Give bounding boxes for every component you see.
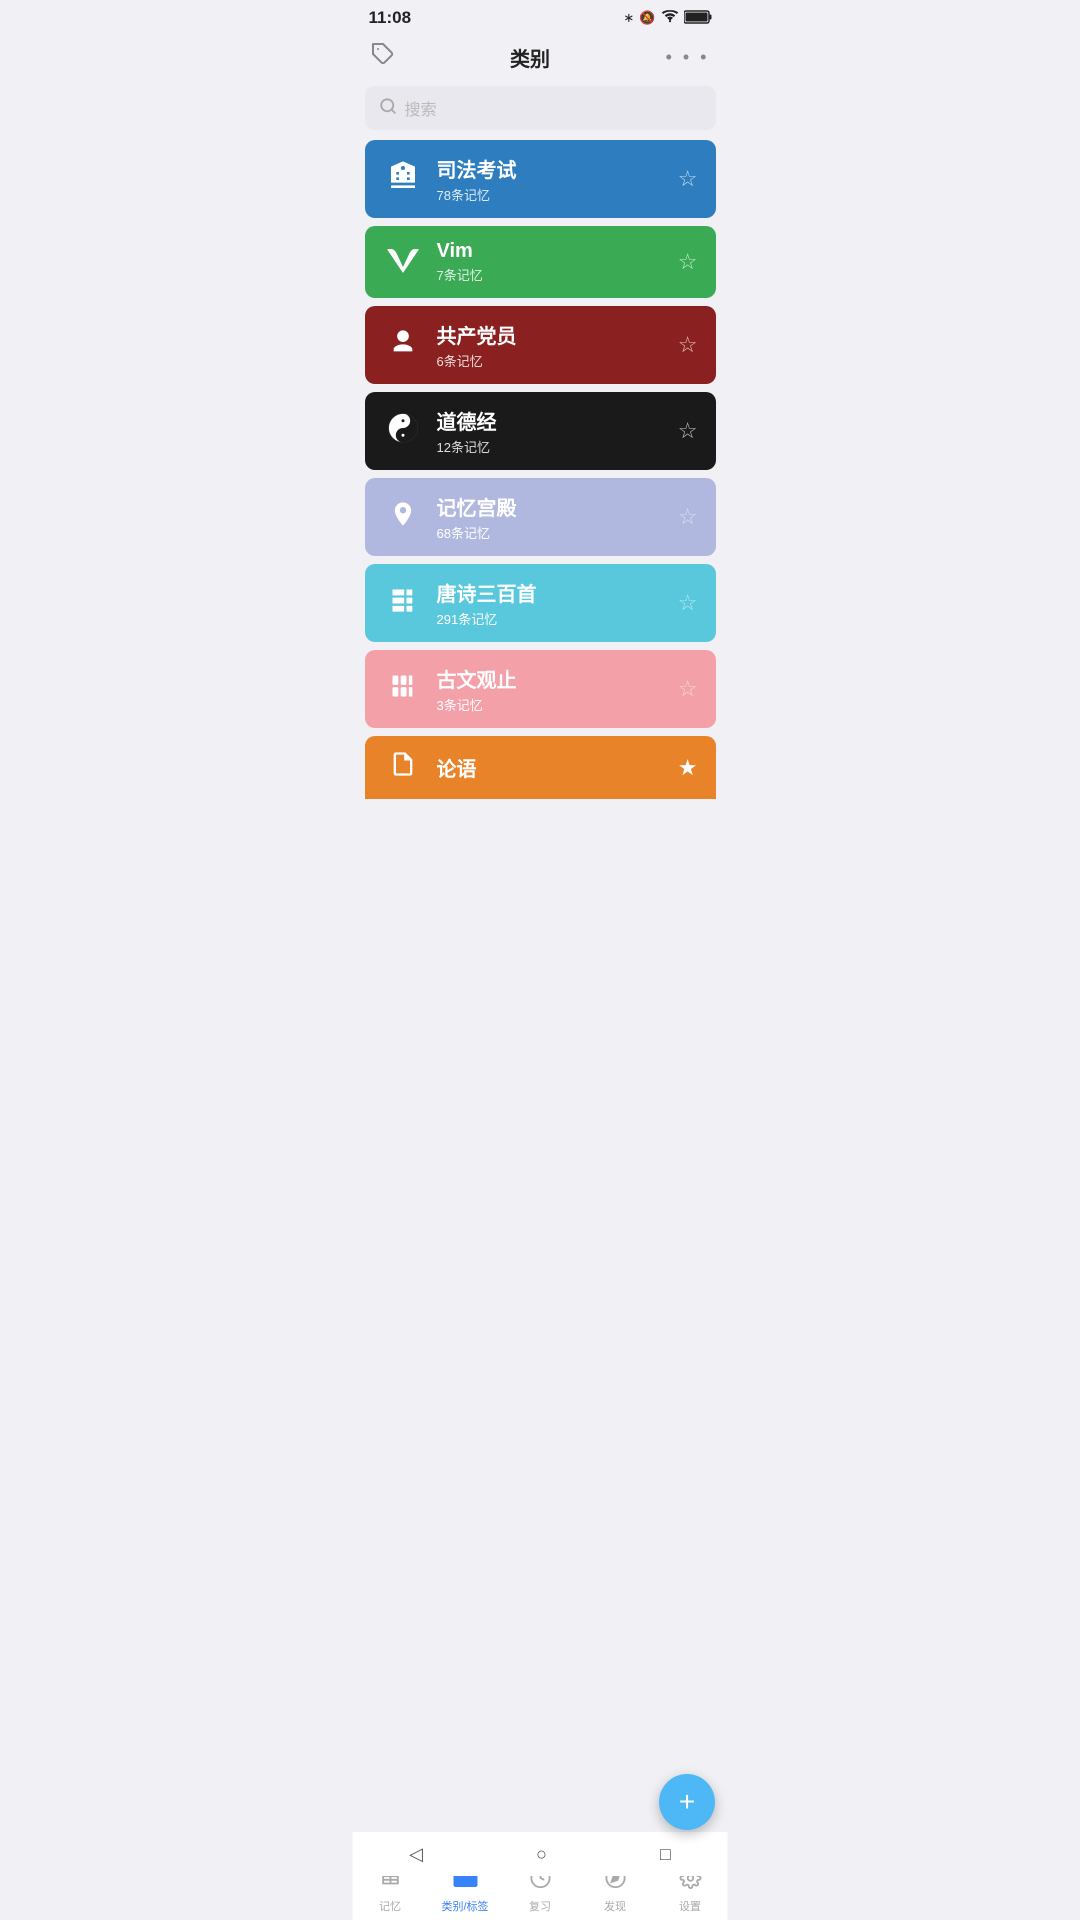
document-icon: [383, 750, 423, 785]
page-title: 类别: [510, 43, 550, 72]
search-placeholder: 搜索: [405, 96, 437, 120]
category-item-6[interactable]: 唐诗三百首 291条记忆 ☆: [365, 564, 716, 642]
nav-discover-label: 发现: [604, 1898, 626, 1914]
building-icon: [383, 160, 423, 199]
star-icon-8[interactable]: ★: [678, 755, 698, 781]
category-item-2[interactable]: Vim 7条记忆 ☆: [365, 226, 716, 298]
category-item-3[interactable]: 共产党员 6条记忆 ☆: [365, 306, 716, 384]
silent-icon: 🔕: [639, 10, 655, 26]
star-icon-1[interactable]: ☆: [678, 166, 698, 192]
plus-icon: +: [679, 1788, 695, 1816]
more-options-button[interactable]: • • •: [666, 47, 710, 68]
search-icon: [379, 97, 397, 120]
status-time: 11:08: [369, 8, 412, 28]
location-icon: [383, 500, 423, 535]
grid-icon: [383, 586, 423, 621]
back-button[interactable]: ◁: [409, 1844, 423, 1865]
yinyang-icon: [383, 413, 423, 450]
category-name-1: 司法考试: [437, 154, 678, 183]
category-name-6: 唐诗三百首: [437, 578, 678, 607]
tag-icon[interactable]: [371, 42, 395, 72]
vimeo-icon: [383, 245, 423, 280]
category-count-6: 291条记忆: [437, 609, 678, 628]
bluetooth-icon: ∗: [623, 10, 634, 26]
person-icon: [383, 328, 423, 363]
nav-review-label: 复习: [529, 1898, 551, 1914]
header: 类别 • • •: [353, 34, 728, 86]
add-category-button[interactable]: +: [659, 1774, 715, 1830]
category-item-1[interactable]: 司法考试 78条记忆 ☆: [365, 140, 716, 218]
category-count-2: 7条记忆: [437, 265, 678, 284]
category-name-3: 共产党员: [437, 320, 678, 349]
home-button[interactable]: ○: [536, 1844, 547, 1865]
category-item-7[interactable]: 古文观止 3条记忆 ☆: [365, 650, 716, 728]
star-icon-7[interactable]: ☆: [678, 676, 698, 702]
recent-button[interactable]: □: [660, 1844, 671, 1865]
star-icon-6[interactable]: ☆: [678, 590, 698, 616]
star-icon-3[interactable]: ☆: [678, 332, 698, 358]
category-count-1: 78条记忆: [437, 185, 678, 204]
category-name-8: 论语: [437, 753, 678, 782]
nav-settings-label: 设置: [679, 1898, 701, 1914]
category-list: 司法考试 78条记忆 ☆ Vim 7条记忆 ☆ 共产党员 6条记忆 ☆: [353, 140, 728, 799]
star-icon-5[interactable]: ☆: [678, 504, 698, 530]
nav-memory-label: 记忆: [379, 1898, 401, 1914]
category-name-2: Vim: [437, 240, 678, 263]
category-name-5: 记忆宫殿: [437, 492, 678, 521]
media-icon: [383, 672, 423, 707]
category-item-5[interactable]: 记忆宫殿 68条记忆 ☆: [365, 478, 716, 556]
category-count-7: 3条记忆: [437, 695, 678, 714]
category-count-5: 68条记忆: [437, 523, 678, 542]
star-icon-2[interactable]: ☆: [678, 249, 698, 275]
status-bar: 11:08 ∗ 🔕: [353, 0, 728, 34]
battery-icon: [684, 10, 712, 27]
search-bar[interactable]: 搜索: [365, 86, 716, 130]
category-name-4: 道德经: [437, 406, 678, 435]
category-count-3: 6条记忆: [437, 351, 678, 370]
category-item-8[interactable]: 论语 ★: [365, 736, 716, 799]
status-icons: ∗ 🔕: [623, 10, 711, 27]
nav-category-label: 类别/标签: [441, 1898, 488, 1914]
star-icon-4[interactable]: ☆: [678, 418, 698, 444]
wifi-icon: [661, 10, 679, 27]
system-navigation: ◁ ○ □: [353, 1832, 728, 1876]
category-item-4[interactable]: 道德经 12条记忆 ☆: [365, 392, 716, 470]
category-name-7: 古文观止: [437, 664, 678, 693]
category-count-4: 12条记忆: [437, 437, 678, 456]
